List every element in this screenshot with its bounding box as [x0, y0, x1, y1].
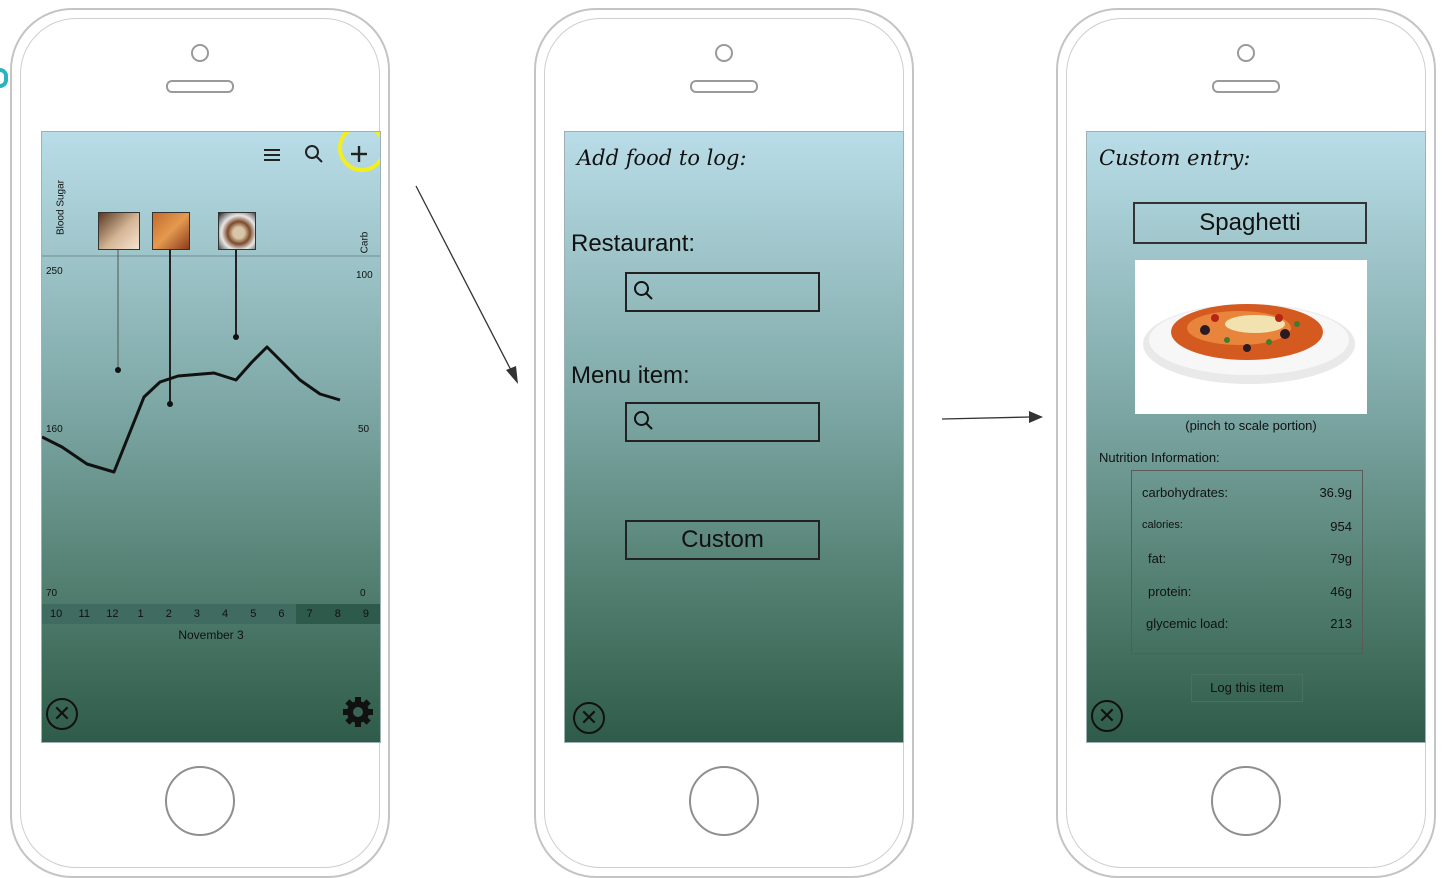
nutrition-value: 954 — [1330, 519, 1352, 534]
nutrition-label: fat: — [1148, 551, 1167, 566]
meal-marker — [167, 401, 173, 407]
meal-marker — [233, 334, 239, 340]
flow-arrow-2 — [941, 411, 1043, 423]
nutrition-header: Nutrition Information: — [1099, 450, 1220, 465]
nutrition-value: 213 — [1330, 616, 1352, 631]
right-tick-mid: 50 — [358, 424, 370, 435]
nutrition-value: 36.9g — [1319, 485, 1352, 500]
food-name-field[interactable]: Spaghetti — [1133, 202, 1367, 244]
nutrition-value: 79g — [1330, 551, 1352, 566]
hour-label: 5 — [250, 608, 257, 620]
hour-label: 1 — [137, 608, 144, 620]
flow-arrow-1 — [415, 185, 518, 384]
left-tick-bottom: 70 — [46, 588, 58, 599]
phone-frame-3: Custom entry: Spaghetti (pinch to scale … — [1056, 8, 1436, 878]
nutrition-row: calories: 954 — [1142, 519, 1352, 534]
hour-label: 10 — [49, 608, 63, 620]
restaurant-search-input[interactable] — [625, 272, 820, 312]
nutrition-row: fat: 79g — [1148, 551, 1352, 566]
close-icon[interactable]: ✕ — [46, 698, 78, 730]
glucose-line — [42, 345, 341, 474]
hour-label: 2 — [165, 608, 172, 620]
log-item-button[interactable]: Log this item — [1191, 674, 1303, 702]
hour-label: 3 — [193, 608, 200, 620]
nutrition-label: protein: — [1148, 584, 1192, 599]
add-food-screen: Add food to log: Restaurant: Menu item: … — [564, 131, 904, 743]
screen-title: Add food to log: — [577, 146, 747, 170]
date-label: November 3 — [178, 628, 244, 642]
spaghetti-image — [1143, 304, 1355, 384]
custom-entry-screen: Custom entry: Spaghetti (pinch to scale … — [1086, 131, 1426, 743]
meal-marker — [115, 367, 121, 373]
right-tick-bottom: 0 — [360, 588, 366, 599]
right-tick-top: 100 — [356, 270, 373, 281]
nutrition-row: carbohydrates: 36.9g — [1142, 485, 1352, 500]
decorative-fragment — [0, 68, 8, 88]
close-icon[interactable]: ✕ — [1091, 700, 1123, 732]
search-icon — [634, 411, 653, 430]
hour-label: 12 — [106, 608, 119, 620]
hour-strip[interactable]: 10 11 12 1 2 3 4 5 6 7 8 9 — [42, 604, 380, 624]
menu-item-search-input[interactable] — [625, 402, 820, 442]
nutrition-label: glycemic load: — [1146, 616, 1229, 631]
phone-frame-1: Blood Sugar Carb 250 160 70 100 50 0 10 … — [10, 8, 390, 878]
home-button[interactable] — [1211, 766, 1281, 836]
hour-label: 6 — [278, 608, 285, 620]
restaurant-label: Restaurant: — [571, 230, 696, 257]
camera — [715, 44, 733, 62]
glucose-chart-screen: Blood Sugar Carb 250 160 70 100 50 0 10 … — [41, 131, 381, 743]
speaker — [690, 80, 758, 93]
hour-label: 4 — [222, 608, 229, 620]
close-icon[interactable]: ✕ — [573, 702, 605, 734]
nutrition-row: protein: 46g — [1148, 584, 1352, 599]
phone-frame-2: Add food to log: Restaurant: Menu item: … — [534, 8, 914, 878]
nutrition-value: 46g — [1330, 584, 1352, 599]
blood-sugar-chart — [42, 250, 380, 474]
hour-label: 7 — [295, 604, 324, 624]
home-button[interactable] — [689, 766, 759, 836]
nutrition-table: carbohydrates: 36.9g calories: 954 fat: … — [1131, 470, 1363, 654]
nutrition-label: carbohydrates: — [1142, 485, 1228, 500]
speaker — [1212, 80, 1280, 93]
nutrition-label: calories: — [1142, 519, 1183, 531]
camera — [1237, 44, 1255, 62]
camera — [191, 44, 209, 62]
search-icon — [634, 281, 653, 300]
menu-item-label: Menu item: — [571, 362, 690, 389]
food-photo[interactable] — [1135, 260, 1367, 414]
left-tick-top: 250 — [46, 266, 63, 277]
hour-label: 11 — [78, 608, 90, 620]
speaker — [166, 80, 234, 93]
gear-icon[interactable] — [342, 696, 374, 728]
screen-title: Custom entry: — [1099, 146, 1251, 170]
custom-button[interactable]: Custom — [625, 520, 820, 560]
hour-label: 8 — [323, 604, 352, 624]
home-button[interactable] — [165, 766, 235, 836]
hour-label: 9 — [351, 604, 380, 624]
portion-hint: (pinch to scale portion) — [1185, 418, 1317, 433]
left-tick-mid: 160 — [46, 424, 63, 435]
nutrition-row: glycemic load: 213 — [1146, 616, 1352, 631]
